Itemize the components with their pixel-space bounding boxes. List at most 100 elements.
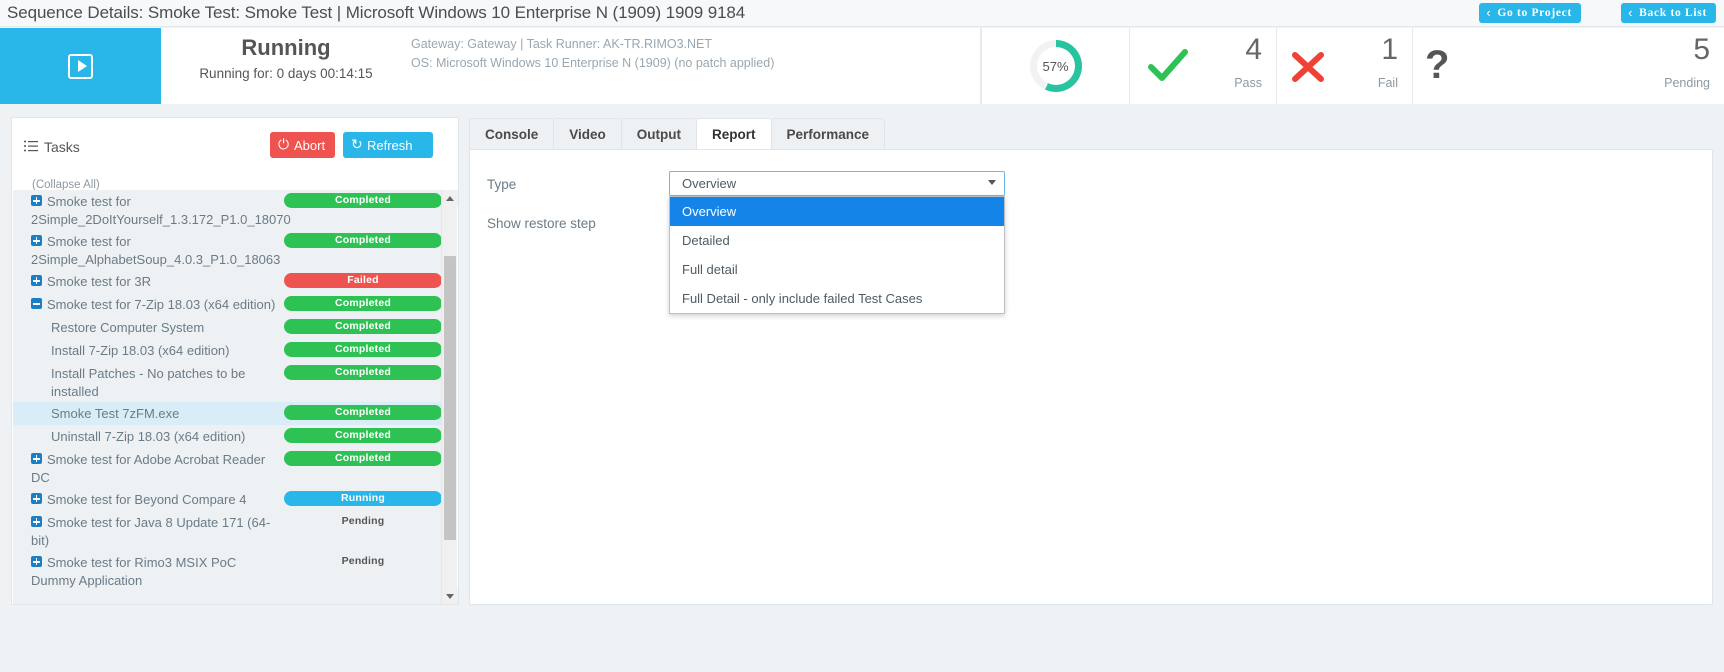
task-row[interactable]: Smoke test for 7-Zip 18.03 (x64 edition)… bbox=[13, 293, 450, 316]
play-icon bbox=[68, 53, 93, 79]
abort-label: Abort bbox=[294, 137, 326, 153]
task-status-badge: Completed bbox=[284, 405, 442, 420]
refresh-button[interactable]: ↻ Refresh bbox=[343, 132, 433, 158]
scroll-up-arrow-icon[interactable] bbox=[442, 190, 458, 206]
tasks-panel: Tasks ⏻ Abort ↻ Refresh (Collapse All) S… bbox=[11, 117, 459, 605]
fail-count: 1 bbox=[1381, 33, 1398, 66]
task-status-badge: Completed bbox=[284, 428, 442, 443]
scroll-down-arrow-icon[interactable] bbox=[442, 588, 458, 604]
chevron-left-icon: ‹ bbox=[1486, 5, 1492, 20]
pass-cell: 4 Pass bbox=[1129, 28, 1276, 104]
task-label: Restore Computer System bbox=[51, 320, 205, 335]
os-info-label: OS: Microsoft Windows 10 Enterprise N (1… bbox=[411, 56, 775, 70]
back-to-list-button[interactable]: ‹ Back to List bbox=[1621, 3, 1716, 23]
report-type-option[interactable]: Overview bbox=[670, 197, 1004, 226]
refresh-icon: ↻ bbox=[351, 136, 363, 152]
task-status-badge: Running bbox=[284, 491, 442, 506]
run-state-label: Running bbox=[241, 35, 331, 60]
task-label: Install Patches - No patches to be insta… bbox=[51, 366, 246, 399]
type-field-label: Type bbox=[487, 177, 517, 192]
status-bar: Running Running for: 0 days 00:14:15 Gat… bbox=[0, 28, 1724, 104]
power-icon: ⏻ bbox=[278, 136, 290, 152]
task-status-badge: Completed bbox=[284, 296, 442, 311]
progress-percent-label: 57% bbox=[1036, 47, 1075, 85]
chevron-down-icon bbox=[988, 180, 996, 185]
task-row[interactable]: Install Patches - No patches to be insta… bbox=[13, 362, 450, 402]
go-to-project-button[interactable]: ‹ Go to Project bbox=[1479, 3, 1581, 23]
tasks-panel-header: Tasks ⏻ Abort ↻ Refresh bbox=[12, 118, 458, 178]
progress-donut: 57% bbox=[1029, 40, 1082, 92]
task-status-badge: Completed bbox=[284, 451, 442, 466]
task-label: Uninstall 7-Zip 18.03 (x64 edition) bbox=[51, 429, 246, 444]
task-row[interactable]: Install 7-Zip 18.03 (x64 edition) Complet… bbox=[13, 339, 450, 362]
run-state-icon-panel bbox=[0, 28, 161, 104]
tab-output[interactable]: Output bbox=[620, 118, 697, 150]
task-row[interactable]: Smoke test for 3R Failed bbox=[13, 270, 450, 293]
task-label: Install 7-Zip 18.03 (x64 edition) bbox=[51, 343, 230, 358]
task-label: Smoke test for 2Simple_2DoItYourself_1.3… bbox=[31, 194, 291, 227]
title-bar: Sequence Details: Smoke Test: Smoke Test… bbox=[0, 0, 1724, 27]
tasks-title: Tasks bbox=[44, 139, 80, 155]
cross-icon bbox=[1292, 52, 1324, 82]
pending-label: Pending bbox=[1664, 76, 1710, 90]
task-status-badge: Completed bbox=[284, 342, 442, 357]
task-label: Smoke test for Java 8 Update 171 (64-bit… bbox=[31, 515, 271, 548]
tab-report[interactable]: Report bbox=[696, 118, 771, 150]
refresh-label: Refresh bbox=[367, 137, 413, 153]
progress-cell: 57% bbox=[981, 28, 1129, 104]
report-type-option[interactable]: Full detail bbox=[670, 255, 1004, 284]
scrollbar-thumb[interactable] bbox=[444, 256, 456, 540]
task-row[interactable]: Smoke test for Java 8 Update 171 (64-bit… bbox=[13, 511, 450, 551]
task-status-badge: Completed bbox=[284, 365, 442, 380]
task-label: Smoke test for Beyond Compare 4 bbox=[47, 492, 247, 507]
task-label: Smoke Test 7zFM.exe bbox=[51, 406, 180, 421]
pending-cell: ? 5 Pending bbox=[1412, 28, 1724, 104]
report-pane: Type Show restore step Overview Overview… bbox=[469, 149, 1713, 605]
task-list: Smoke test for 2Simple_2DoItYourself_1.3… bbox=[13, 190, 450, 604]
task-label: Smoke test for Adobe Acrobat Reader DC bbox=[31, 452, 266, 485]
status-summary-panel: Running Running for: 0 days 00:14:15 Gat… bbox=[161, 28, 981, 104]
question-mark-icon: ? bbox=[1425, 43, 1450, 87]
tab-video[interactable]: Video bbox=[553, 118, 621, 150]
task-row[interactable]: Restore Computer System Completed bbox=[13, 316, 450, 339]
task-status-badge: Completed bbox=[284, 193, 442, 208]
list-icon bbox=[24, 140, 38, 152]
report-type-selected-value: Overview bbox=[682, 176, 737, 191]
pass-count: 4 bbox=[1245, 33, 1262, 66]
task-row[interactable]: Smoke test for 2Simple_2DoItYourself_1.3… bbox=[13, 190, 450, 230]
task-status-badge: Pending bbox=[341, 515, 385, 527]
task-status-badge: Pending bbox=[341, 555, 385, 567]
task-row[interactable]: Smoke Test 7zFM.exe Completed bbox=[13, 402, 450, 425]
show-restore-step-label: Show restore step bbox=[487, 216, 596, 231]
task-label: Smoke test for Rimo3 MSIX PoC Dummy Appl… bbox=[31, 555, 237, 588]
task-status-badge: Failed bbox=[284, 273, 442, 288]
run-duration-label: Running for: 0 days 00:14:15 bbox=[199, 66, 373, 81]
gateway-info-label: Gateway: Gateway | Task Runner: AK-TR.RI… bbox=[411, 37, 713, 51]
task-row[interactable]: Smoke test for 2Simple_AlphabetSoup_4.0.… bbox=[13, 230, 450, 270]
report-type-option-list[interactable]: Overview Detailed Full detail Full Detail -… bbox=[669, 196, 1005, 314]
report-type-select[interactable]: Overview bbox=[669, 171, 1005, 196]
task-row[interactable]: Smoke test for Rimo3 MSIX PoC Dummy Appl… bbox=[13, 551, 450, 591]
chevron-left-icon: ‹ bbox=[1628, 5, 1634, 20]
tab-console[interactable]: Console bbox=[469, 118, 554, 150]
task-row[interactable]: Smoke test for Adobe Acrobat Reader DC Co… bbox=[13, 448, 450, 488]
fail-label: Fail bbox=[1377, 76, 1398, 90]
task-label: Smoke test for 7-Zip 18.03 (x64 edition) bbox=[47, 297, 276, 312]
task-label: Smoke test for 2Simple_AlphabetSoup_4.0.… bbox=[31, 234, 281, 267]
go-to-project-label: Go to Project bbox=[1497, 7, 1572, 19]
task-row[interactable]: Smoke test for Beyond Compare 4 Running bbox=[13, 488, 450, 511]
task-status-badge: Completed bbox=[284, 233, 442, 248]
abort-button[interactable]: ⏻ Abort bbox=[270, 132, 335, 158]
task-list-scrollbar[interactable] bbox=[441, 190, 458, 604]
page-title: Sequence Details: Smoke Test: Smoke Test… bbox=[7, 3, 746, 22]
report-type-option[interactable]: Detailed bbox=[670, 226, 1004, 255]
back-to-list-label: Back to List bbox=[1639, 7, 1707, 19]
task-row[interactable]: Uninstall 7-Zip 18.03 (x64 edition) Compl… bbox=[13, 425, 450, 448]
report-type-option[interactable]: Full Detail - only include failed Test C… bbox=[670, 284, 1004, 313]
task-label: Smoke test for 3R bbox=[47, 274, 152, 289]
tab-performance[interactable]: Performance bbox=[770, 118, 886, 150]
pass-label: Pass bbox=[1234, 76, 1262, 90]
check-icon bbox=[1148, 49, 1188, 81]
pending-count: 5 bbox=[1693, 33, 1710, 66]
tab-bar: Console Video Output Report Performance bbox=[469, 118, 886, 150]
